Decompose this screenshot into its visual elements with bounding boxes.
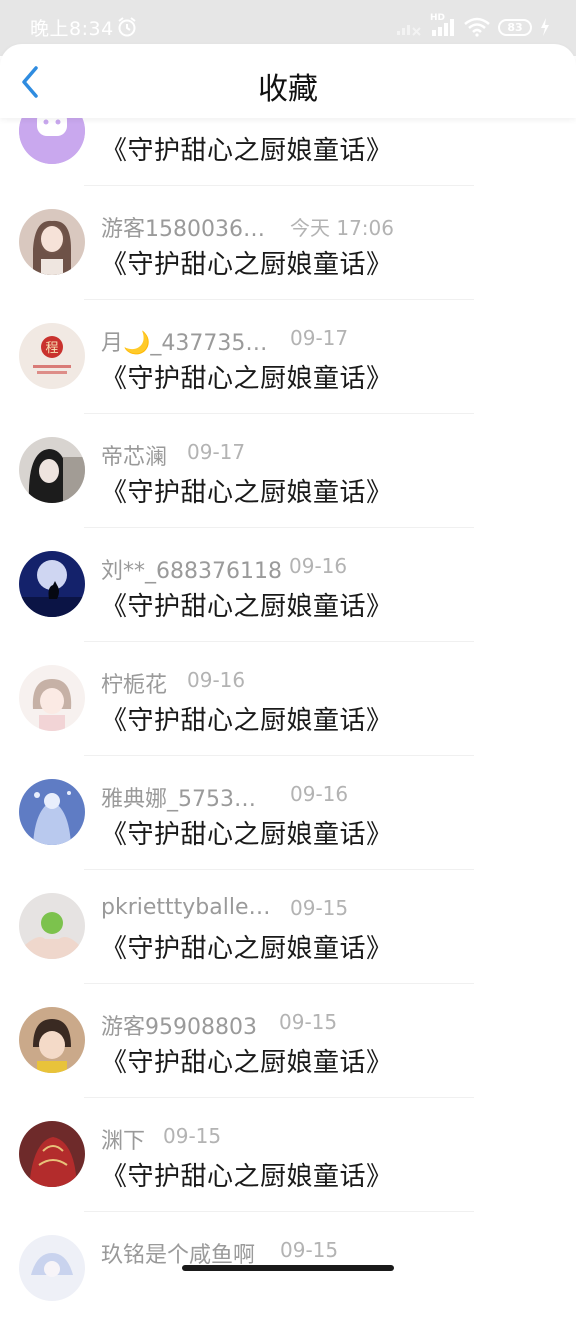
username: 刘**_688376118 (101, 559, 282, 584)
username: 帝芯澜 (101, 445, 168, 470)
timestamp: 09-15 (290, 896, 349, 920)
avatar (19, 665, 85, 731)
list-item[interactable]: 程 月🌙_437735… 09-17 《守护甜心之厨娘童话》 (0, 300, 576, 414)
avatar (19, 1235, 85, 1301)
avatar (19, 209, 85, 275)
timestamp: 09-15 (280, 1238, 339, 1262)
page-title: 收藏 (258, 72, 318, 107)
book-title: 《守护甜心之厨娘童话》 (101, 706, 393, 736)
home-indicator[interactable] (182, 1265, 394, 1271)
avatar (19, 893, 85, 959)
timestamp: 09-15 (163, 1124, 222, 1148)
avatar (19, 551, 85, 617)
book-title: 《守护甜心之厨娘童话》 (101, 250, 393, 280)
avatar: 程 (19, 323, 85, 389)
timestamp: 09-16 (289, 554, 348, 578)
book-title: 《守护甜心之厨娘童话》 (101, 820, 393, 850)
timestamp: 09-15 (279, 1010, 338, 1034)
avatar (19, 779, 85, 845)
timestamp: 09-17 (187, 440, 246, 464)
book-title: 《守护甜心之厨娘童话》 (101, 592, 393, 622)
svg-text:程: 程 (45, 341, 58, 356)
username: 雅典娜_5753… (101, 787, 256, 812)
list-item[interactable]: pkrietttyballe… 09-15 《守护甜心之厨娘童话》 (0, 870, 576, 984)
username: 柠栀花 (101, 673, 168, 698)
book-title: 《守护甜心之厨娘童话》 (101, 1048, 393, 1078)
avatar (19, 437, 85, 503)
navigation-header: 收藏 (0, 44, 576, 118)
list-item[interactable]: 渊下 09-15 《守护甜心之厨娘童话》 (0, 1098, 576, 1212)
list-item[interactable]: 帝芯澜 09-17 《守护甜心之厨娘童话》 (0, 414, 576, 528)
list-item[interactable]: 游客1580036… 今天 17:06 《守护甜心之厨娘童话》 (0, 186, 576, 300)
timestamp: 09-16 (290, 782, 349, 806)
list-item[interactable]: 刘**_688376118 09-16 《守护甜心之厨娘童话》 (0, 528, 576, 642)
book-title: 《守护甜心之厨娘童话》 (101, 1162, 393, 1192)
avatar (19, 1121, 85, 1187)
list-item[interactable]: 游客95908803 09-15 《守护甜心之厨娘童话》 (0, 984, 576, 1098)
username: 游客1580036… (101, 217, 265, 242)
avatar (19, 1007, 85, 1073)
list-item[interactable]: 柠栀花 09-16 《守护甜心之厨娘童话》 (0, 642, 576, 756)
username: 游客95908803 (101, 1015, 257, 1040)
username: pkrietttyballe… (101, 895, 271, 920)
username: 渊下 (101, 1129, 146, 1154)
book-title: 《守护甜心之厨娘童话》 (101, 478, 393, 508)
book-title: 《守护甜心之厨娘童话》 (101, 934, 393, 964)
timestamp: 09-17 (290, 326, 349, 350)
timestamp: 09-16 (187, 668, 246, 692)
favorites-list: 《守护甜心之厨娘童话》 游客1580036… 今天 17:06 《守护甜心之厨娘… (0, 0, 576, 1301)
book-title: 《守护甜心之厨娘童话》 (101, 136, 393, 166)
book-title: 《守护甜心之厨娘童话》 (101, 364, 393, 394)
list-item[interactable]: 雅典娜_5753… 09-16 《守护甜心之厨娘童话》 (0, 756, 576, 870)
username: 月🌙_437735… (101, 331, 268, 356)
timestamp: 今天 17:06 (290, 216, 394, 240)
